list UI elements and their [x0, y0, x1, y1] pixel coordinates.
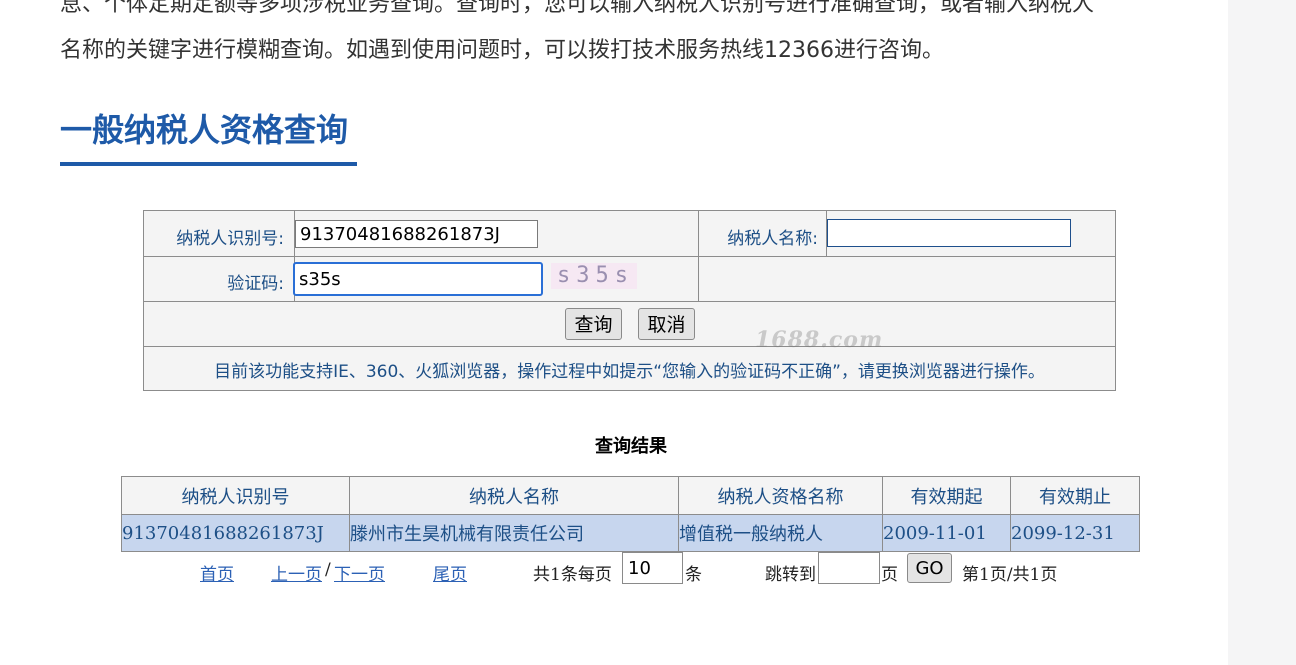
taxpayer-name-label: 纳税人名称:	[727, 229, 818, 249]
page-info: 第1页/共1页	[962, 565, 1058, 585]
cell-valid-to: 2099-12-31	[1010, 514, 1140, 552]
pagination: 首页 上一页 / 下一页 尾页 共1条每页 条 跳转到 页 GO 第1页/共1页	[0, 552, 1296, 588]
query-form: 纳税人识别号: 纳税人名称: 验证码: s35s 查询 取消 1688.com …	[143, 210, 1116, 391]
page-size-input[interactable]	[622, 552, 683, 584]
results-table: 纳税人识别号 纳税人名称 纳税人资格名称 有效期起 有效期止 913704816…	[121, 476, 1140, 552]
column-header-taxpayer-id: 纳税人识别号	[121, 476, 350, 515]
taxpayer-id-label: 纳税人识别号:	[176, 229, 284, 249]
cell-taxpayer-id: 91370481688261873J	[121, 514, 350, 552]
form-row-buttons: 查询 取消	[144, 301, 1115, 347]
page-unit: 页	[881, 565, 898, 585]
taxpayer-name-input[interactable]	[827, 219, 1071, 247]
page-size-unit: 条	[685, 565, 702, 585]
cell-taxpayer-name: 滕州市生昊机械有限责任公司	[349, 514, 679, 552]
table-row[interactable]: 91370481688261873J 滕州市生昊机械有限责任公司 增值税一般纳税…	[121, 514, 1140, 552]
query-button[interactable]: 查询	[565, 308, 622, 340]
column-header-valid-to: 有效期止	[1010, 476, 1140, 515]
cancel-button[interactable]: 取消	[638, 308, 695, 340]
results-title: 查询结果	[595, 436, 667, 457]
last-page-link[interactable]: 尾页	[433, 560, 467, 585]
column-header-taxpayer-name: 纳税人名称	[349, 476, 679, 515]
column-header-valid-from: 有效期起	[882, 476, 1011, 515]
table-header-row: 纳税人识别号 纳税人名称 纳税人资格名称 有效期起 有效期止	[121, 476, 1140, 515]
intro-text: 息、个体定期定额等多项涉税业务查询。查询时，您可以输入纳税人识别号进行准确查询，…	[60, 0, 1210, 74]
prev-page-link[interactable]: 上一页	[271, 560, 322, 585]
column-header-qualification: 纳税人资格名称	[678, 476, 883, 515]
cell-valid-from: 2009-11-01	[882, 514, 1011, 552]
taxpayer-id-input[interactable]	[295, 220, 538, 248]
browser-notice: 目前该功能支持IE、360、火狐浏览器，操作过程中如提示“您输入的验证码不正确”…	[214, 362, 1045, 382]
captcha-image[interactable]: s35s	[551, 263, 637, 289]
form-row-taxpayer: 纳税人识别号: 纳税人名称:	[144, 211, 1115, 257]
title-underline	[60, 162, 357, 166]
cell-qualification: 增值税一般纳税人	[678, 514, 883, 552]
divider	[698, 211, 699, 256]
captcha-label: 验证码:	[227, 274, 284, 294]
pager-separator: /	[325, 560, 331, 580]
total-count-text: 共1条每页	[533, 565, 612, 585]
intro-line-1: 息、个体定期定额等多项涉税业务查询。查询时，您可以输入纳税人识别号进行准确查询，…	[60, 0, 1095, 17]
divider	[698, 256, 699, 301]
next-page-link[interactable]: 下一页	[334, 560, 385, 585]
page-title: 一般纳税人资格查询	[60, 111, 349, 149]
first-page-link[interactable]: 首页	[200, 560, 234, 585]
captcha-input[interactable]	[293, 262, 543, 296]
go-button[interactable]: GO	[907, 553, 952, 583]
jump-to-label: 跳转到	[765, 565, 816, 585]
intro-line-2: 名称的关键字进行模糊查询。如遇到使用问题时，可以拨打技术服务热线12366进行咨…	[60, 38, 944, 63]
jump-page-input[interactable]	[818, 552, 880, 584]
